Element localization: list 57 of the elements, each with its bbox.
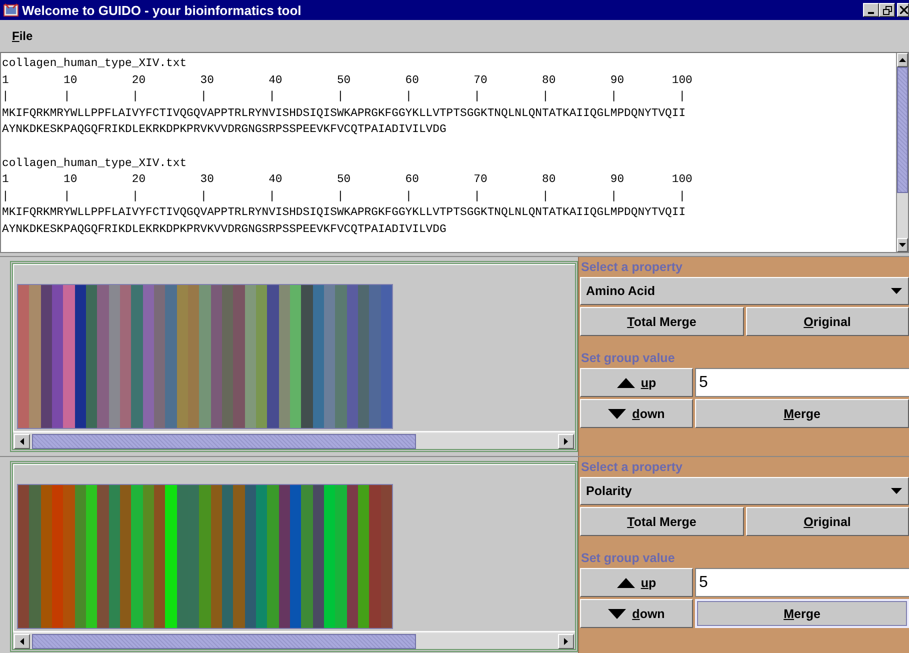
- left-arrow-icon: [20, 638, 24, 644]
- property-label: Select a property: [580, 459, 684, 475]
- down-arrow-icon: [899, 243, 906, 247]
- up-triangle-icon: [616, 578, 635, 588]
- right-arrow-icon: [564, 638, 568, 644]
- property-label: Select a property: [580, 259, 684, 275]
- position-ruler: 1 10 20 30 40 50 60 70 80 90 100: [2, 173, 692, 188]
- total-merge-button[interactable]: Total Merge: [580, 507, 744, 536]
- dropdown-arrow-icon: [891, 288, 902, 294]
- minimize-button[interactable]: [863, 3, 879, 17]
- sequence-line: AYNKDKESKPAQGQFRIKDLEKRKDPKPRVKVVDRGNGSRPSSPEEVKFVCQTPAIADIVILVDG: [2, 123, 446, 138]
- sequence-line: MKIFQRKMRYWLLPPFLAIVYFCTIVQGQVAPPTRLRYNVISHDSIQISWKAPRGKFGGYKLLVTPTSGGKTNQLNLQNTATKAIIQGLMPDQNYTVQII: [2, 206, 686, 222]
- property-dropdown[interactable]: Amino Acid: [580, 277, 909, 305]
- merge-button[interactable]: Merge: [695, 599, 909, 628]
- up-triangle-icon: [616, 378, 635, 388]
- tick-marks: | | | | | | | | | | |: [2, 90, 686, 106]
- down-triangle-icon: [608, 408, 626, 418]
- up-button[interactable]: up: [580, 368, 693, 397]
- scroll-right-button[interactable]: [558, 434, 574, 448]
- down-triangle-icon: [608, 608, 626, 618]
- left-arrow-icon: [20, 438, 24, 444]
- scroll-left-button[interactable]: [14, 434, 30, 448]
- group-value-field[interactable]: 5: [695, 568, 909, 597]
- file-name: collagen_human_type_XIV.txt: [2, 156, 187, 172]
- down-button[interactable]: down: [580, 599, 693, 628]
- original-button[interactable]: Original: [746, 307, 909, 336]
- position-ruler: 1 10 20 30 40 50 60 70 80 90 100: [2, 74, 692, 89]
- menu-item[interactable]: File: [9, 27, 37, 45]
- scrollbar-thumb[interactable]: [32, 434, 416, 448]
- merge-button[interactable]: Merge: [695, 399, 909, 428]
- sequence-line: AYNKDKESKPAQGQFRIKDLEKRKDPKPRVKVVDRGNGSRPSSPEEVKFVCQTPAIADIVILVDG: [2, 222, 446, 238]
- close-button[interactable]: [897, 3, 909, 17]
- restore-icon: [882, 6, 892, 14]
- group-value-label: Set group value: [580, 550, 676, 566]
- group-value-label: Set group value: [580, 350, 676, 366]
- tick-marks: | | | | | | | | | | |: [2, 190, 686, 205]
- scroll-right-button[interactable]: [558, 634, 574, 648]
- app-icon: [3, 2, 19, 18]
- property-dropdown[interactable]: Polarity: [580, 477, 909, 505]
- window-title: Welcome to GUIDO - your bioinformatics tool: [22, 2, 302, 18]
- up-button[interactable]: up: [580, 568, 693, 597]
- file-name: collagen_human_type_XIV.txt: [2, 56, 187, 72]
- down-button[interactable]: down: [580, 399, 693, 428]
- total-merge-button[interactable]: Total Merge: [580, 307, 744, 336]
- original-button[interactable]: Original: [746, 507, 909, 536]
- right-arrow-icon: [564, 438, 568, 444]
- scroll-up-button[interactable]: [897, 53, 908, 67]
- group-value-field[interactable]: 5: [695, 368, 909, 397]
- scroll-down-button[interactable]: [897, 238, 908, 252]
- up-arrow-icon: [899, 58, 906, 62]
- restore-button[interactable]: [879, 3, 895, 17]
- scrollbar-thumb[interactable]: [32, 634, 416, 648]
- close-icon: [900, 6, 908, 14]
- sequence-line: MKIFQRKMRYWLLPPFLAIVYFCTIVQGQVAPPTRLRYNVISHDSIQISWKAPRGKFGGYKLLVTPTSGGKTNQLNLQNTATKAIIQGLMPDQNYTVQII: [2, 106, 686, 122]
- scrollbar-thumb[interactable]: [897, 67, 908, 193]
- dropdown-arrow-icon: [891, 488, 902, 494]
- scroll-left-button[interactable]: [14, 634, 30, 648]
